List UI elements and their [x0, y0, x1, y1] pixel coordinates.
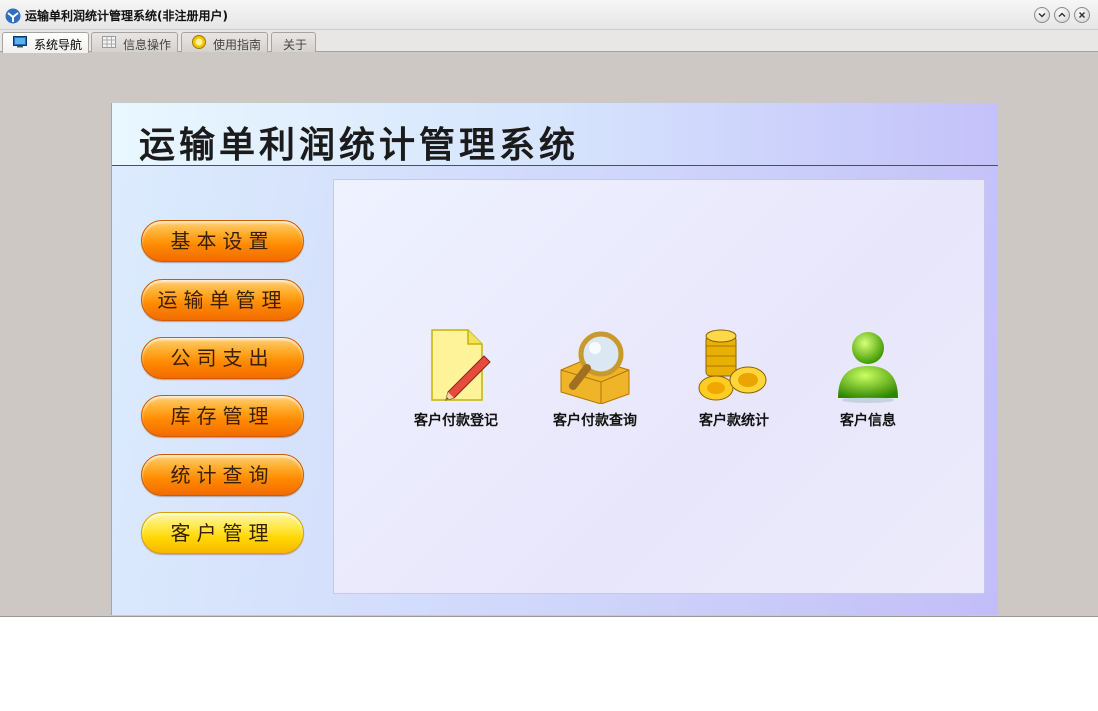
basic-settings-button[interactable]: 基本设置 [141, 220, 304, 262]
statistics-query-button[interactable]: 统计查询 [141, 454, 304, 496]
notepad-pencil-icon [431, 329, 491, 401]
help-icon [192, 35, 206, 49]
tab-label: 关于 [283, 38, 308, 52]
app-logo-icon [5, 8, 21, 24]
monitor-icon [13, 36, 27, 48]
function-label: 客户款统计 [699, 413, 769, 429]
navigation-panel: 运输单利润统计管理系统 基本设置 运输单管理 公司支出 库存管理 统计查询 客户… [111, 103, 998, 615]
function-label: 客户信息 [840, 413, 896, 429]
coins-icon [698, 329, 767, 401]
tab-system-navigation[interactable]: 系统导航 [2, 32, 89, 53]
panel-title: 运输单利润统计管理系统 [139, 125, 580, 166]
customer-management-button[interactable]: 客户管理 [141, 512, 304, 554]
company-expense-button[interactable]: 公司支出 [141, 337, 304, 379]
magnifier-icon [560, 331, 630, 404]
function-label: 客户付款登记 [414, 413, 498, 429]
function-label: 客户付款查询 [553, 413, 637, 429]
tab-label: 信息操作 [123, 38, 172, 52]
chevron-up-icon [1058, 12, 1066, 18]
tab-user-guide[interactable]: 使用指南 [181, 32, 268, 52]
main-window: 运输单利润统计管理系统(非注册用户) 系统导航 信息操作 使用指南 关于 运输单… [0, 0, 1098, 617]
maximize-button[interactable] [1054, 7, 1070, 23]
waybill-management-button[interactable]: 运输单管理 [141, 279, 304, 321]
customer-payment-statistics-button[interactable]: 客户款统计 [679, 328, 789, 438]
customer-info-button[interactable]: 客户信息 [813, 328, 923, 438]
user-icon [838, 332, 898, 403]
tab-bar: 系统导航 信息操作 使用指南 关于 [0, 30, 1098, 53]
inventory-management-button[interactable]: 库存管理 [141, 395, 304, 437]
customer-payment-query-button[interactable]: 客户付款查询 [540, 328, 650, 438]
title-bar[interactable]: 运输单利润统计管理系统(非注册用户) [0, 0, 1098, 30]
panel-header: 运输单利润统计管理系统 [112, 103, 998, 166]
chevron-down-icon [1038, 12, 1046, 18]
close-icon [1078, 11, 1086, 19]
window-title: 运输单利润统计管理系统(非注册用户) [25, 9, 228, 23]
tab-label: 使用指南 [213, 38, 262, 52]
minimize-button[interactable] [1034, 7, 1050, 23]
close-button[interactable] [1074, 7, 1090, 23]
grid-icon [102, 36, 116, 48]
tab-about[interactable]: 关于 [271, 32, 316, 52]
customer-payment-register-button[interactable]: 客户付款登记 [401, 328, 511, 438]
function-area: 客户付款登记 客户付款查询 客户款统计 客户信息 [333, 179, 985, 594]
tab-info-operation[interactable]: 信息操作 [91, 32, 178, 52]
tab-label: 系统导航 [34, 38, 83, 52]
